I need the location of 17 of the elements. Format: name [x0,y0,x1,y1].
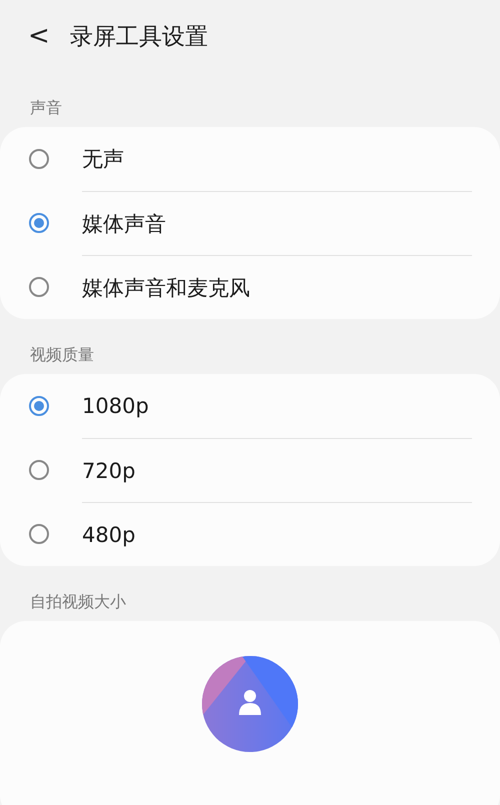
option-label[interactable]: 1080p [82,394,149,418]
option-label[interactable]: 媒体声音和麦克风 [82,274,250,302]
option-label[interactable]: 媒体声音 [82,210,166,238]
section-label: 视频质量 [29,344,95,366]
radio-button[interactable] [29,213,49,233]
radio-button[interactable] [29,524,49,544]
option-label[interactable]: 720p [82,458,136,482]
section-label: 自拍视频大小 [29,591,127,613]
radio-button[interactable] [29,460,49,480]
back-button[interactable]: < [28,21,70,51]
option-label[interactable]: 无声 [82,145,124,173]
radio-button[interactable] [29,277,49,297]
radio-button[interactable] [29,149,49,169]
section-label: 声音 [29,97,63,119]
page-title: 录屏工具设置 [70,22,208,52]
radio-button[interactable] [29,396,49,416]
option-label[interactable]: 480p [82,522,136,546]
